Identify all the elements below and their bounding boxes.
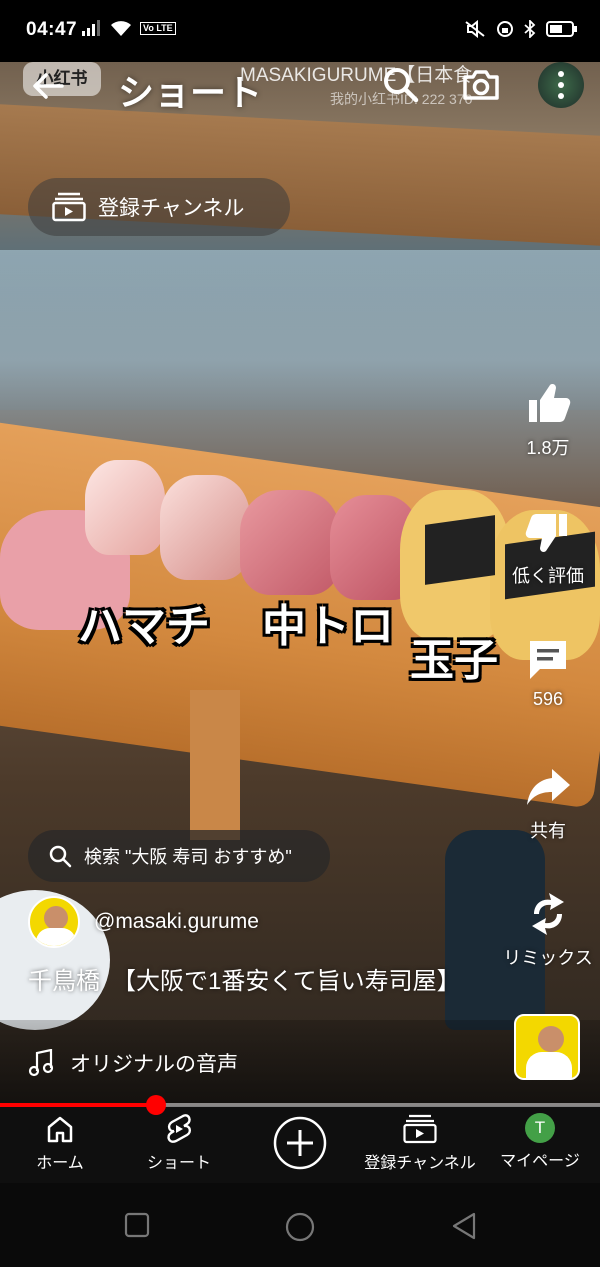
video-progress-fill bbox=[0, 1103, 156, 1107]
comment-icon bbox=[530, 641, 566, 679]
status-time: 04:47 bbox=[26, 19, 78, 40]
mute-icon bbox=[465, 20, 485, 38]
sound-thumbnail[interactable] bbox=[514, 1014, 580, 1080]
nav-my-page[interactable]: T マイページ bbox=[475, 1113, 600, 1171]
search-suggestion-text: 検索 "大阪 寿司 おすすめ" bbox=[84, 847, 292, 867]
top-bar: ショート bbox=[0, 56, 600, 116]
more-icon-dot bbox=[558, 82, 564, 88]
search-icon bbox=[384, 68, 419, 103]
nav-create[interactable] bbox=[235, 1115, 365, 1171]
volte-icon: Vo LTE bbox=[140, 21, 176, 35]
more-icon bbox=[558, 71, 564, 77]
status-right-icons bbox=[464, 20, 578, 38]
dislike-label: 低く評価 bbox=[512, 566, 584, 586]
subscriptions-icon bbox=[403, 1114, 437, 1144]
video-title[interactable]: 千鳥橋 【大阪で1番安くて旨い寿司屋】 bbox=[28, 966, 461, 997]
video-sushi-hamachi bbox=[160, 475, 250, 580]
sound-thumb-face bbox=[538, 1026, 564, 1052]
bluetooth-icon bbox=[524, 20, 536, 38]
like-button[interactable]: 1.8万 bbox=[500, 380, 596, 460]
more-icon-dot bbox=[558, 93, 564, 99]
wifi-icon bbox=[111, 21, 131, 36]
video-board-leg bbox=[190, 690, 240, 840]
video-caption-tamago: 玉子 bbox=[410, 636, 498, 685]
home-icon bbox=[47, 1116, 73, 1143]
share-button[interactable]: 共有 bbox=[500, 763, 596, 843]
nav-home-label: ホーム bbox=[36, 1155, 84, 1172]
video-caption-hamachi: ハマチ bbox=[78, 602, 210, 651]
nav-subscriptions-label: 登録チャンネル bbox=[364, 1155, 476, 1172]
channel-handle[interactable]: @masaki.gurume bbox=[94, 910, 259, 934]
camera-button[interactable] bbox=[460, 64, 502, 106]
alarm-icon bbox=[497, 21, 513, 37]
search-suggestion-chip[interactable]: 検索 "大阪 寿司 おすすめ" bbox=[28, 830, 330, 882]
audio-label: オリジナルの音声 bbox=[70, 1053, 238, 1076]
video-progress-handle[interactable] bbox=[146, 1095, 166, 1115]
nav-subscriptions[interactable]: 登録チャンネル bbox=[355, 1113, 485, 1173]
music-note-icon bbox=[28, 1049, 54, 1077]
thumbs-down-icon bbox=[525, 514, 567, 552]
nav-shorts-label: ショート bbox=[146, 1155, 211, 1172]
share-label: 共有 bbox=[530, 821, 566, 841]
avatar-face bbox=[44, 906, 68, 930]
nav-my-page-label: マイページ bbox=[500, 1153, 580, 1170]
dislike-button[interactable]: 低く評価 bbox=[500, 508, 596, 588]
remix-button[interactable]: リミックス bbox=[500, 890, 596, 970]
nav-shorts[interactable]: ショート bbox=[114, 1113, 244, 1173]
share-icon bbox=[527, 769, 570, 805]
back-button[interactable] bbox=[28, 66, 68, 106]
shorts-icon bbox=[167, 1114, 192, 1143]
create-plus-icon bbox=[273, 1116, 327, 1170]
subscriptions-chip-label: 登録チャンネル bbox=[98, 197, 245, 220]
battery-icon bbox=[546, 21, 577, 37]
nav-home[interactable]: ホーム bbox=[0, 1113, 125, 1173]
recents-button[interactable] bbox=[123, 1211, 151, 1244]
channel-info[interactable]: @masaki.gurume bbox=[28, 896, 259, 948]
thumbs-up-icon bbox=[529, 384, 571, 422]
back-arrow-icon bbox=[33, 73, 64, 99]
subscriptions-icon bbox=[52, 192, 86, 222]
search-icon bbox=[49, 845, 72, 868]
subscriptions-chip[interactable]: 登録チャンネル bbox=[28, 178, 290, 236]
remix-label: リミックス bbox=[503, 948, 593, 968]
system-navigation-bar bbox=[0, 1183, 600, 1267]
camera-icon bbox=[463, 70, 499, 100]
video-sushi-hamachi bbox=[85, 460, 165, 555]
signal-icon bbox=[82, 20, 100, 36]
home-circle-icon bbox=[285, 1212, 315, 1242]
audio-info[interactable]: オリジナルの音声 bbox=[28, 1048, 238, 1078]
remix-icon bbox=[532, 893, 564, 935]
comment-count: 596 bbox=[532, 689, 564, 709]
my-avatar: T bbox=[525, 1113, 555, 1143]
sound-thumb-body bbox=[526, 1052, 572, 1078]
comments-button[interactable]: 596 bbox=[500, 635, 596, 710]
avatar-body bbox=[36, 928, 76, 946]
search-button[interactable] bbox=[380, 64, 422, 106]
status-bar: 04:47 Vo LTE bbox=[0, 0, 600, 62]
back-triangle-icon bbox=[452, 1212, 476, 1240]
video-sushi-toro bbox=[240, 490, 340, 595]
video-nori bbox=[425, 515, 495, 585]
like-count: 1.8万 bbox=[526, 438, 570, 458]
video-progress-bar[interactable] bbox=[0, 1095, 600, 1115]
recents-square-icon bbox=[124, 1212, 150, 1238]
more-options-button[interactable] bbox=[538, 62, 584, 108]
back-system-button[interactable] bbox=[450, 1211, 478, 1246]
channel-avatar[interactable] bbox=[28, 896, 80, 948]
page-title: ショート bbox=[118, 72, 263, 113]
home-system-button[interactable] bbox=[284, 1211, 316, 1248]
bottom-navigation: ホーム ショート 登録チャンネル T マイページ bbox=[0, 1107, 600, 1183]
status-left-icons: Vo LTE bbox=[82, 20, 176, 36]
video-caption-chutoro: 中トロ bbox=[262, 602, 394, 651]
